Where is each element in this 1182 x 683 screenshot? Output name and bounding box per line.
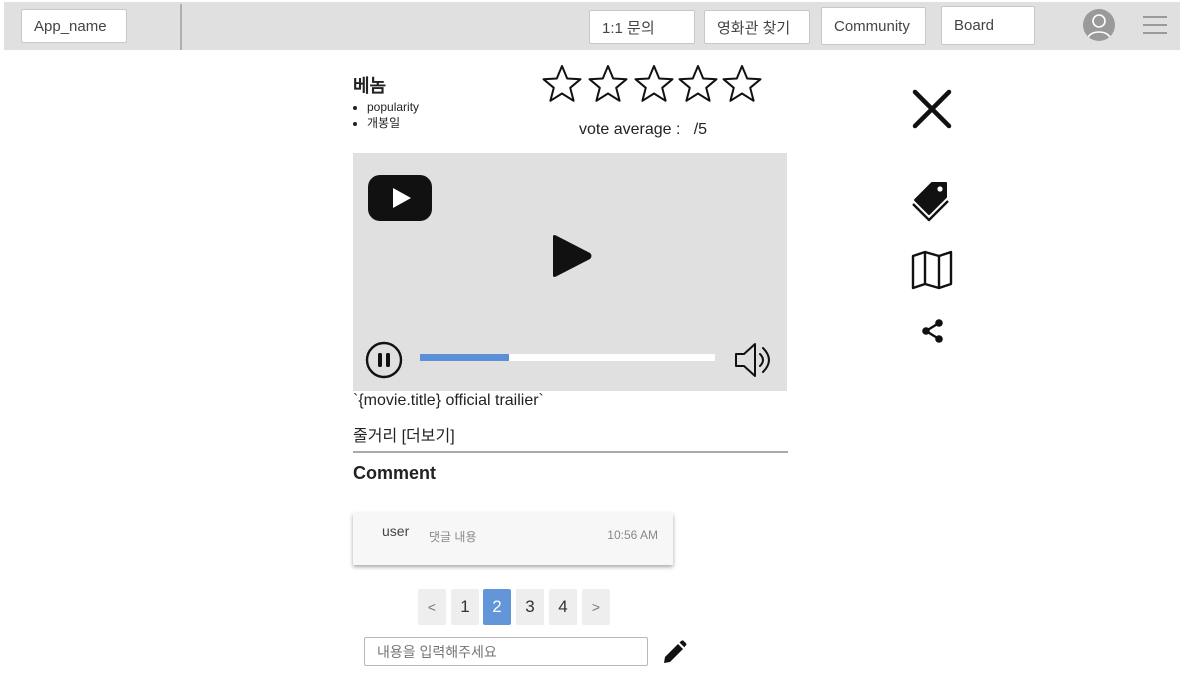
- comment-text: 댓글 내용: [429, 530, 477, 544]
- nav-inquiry-label: 1:1 문의: [602, 19, 655, 37]
- comment-heading: Comment: [353, 463, 437, 483]
- star-icon: [678, 65, 718, 102]
- app-name-label: App_name: [34, 17, 107, 35]
- user-avatar-icon[interactable]: [1083, 9, 1115, 41]
- vote-average: vote average : /5: [579, 121, 708, 138]
- star-rating[interactable]: [541, 64, 763, 106]
- nav-board-label: Board: [954, 17, 995, 34]
- nav-board-button[interactable]: Board: [941, 6, 1035, 45]
- meta-release-date: 개봉일: [367, 115, 419, 131]
- comment-item: user 댓글 내용 10:56 AM: [353, 513, 673, 565]
- star-icon: [542, 65, 582, 102]
- volume-icon[interactable]: [733, 340, 775, 380]
- close-icon[interactable]: [911, 88, 953, 130]
- map-icon[interactable]: [911, 250, 953, 290]
- comment-user: user: [382, 523, 410, 539]
- nav-find-theater-label: 영화관 찾기: [717, 19, 791, 37]
- pause-icon[interactable]: [365, 341, 403, 379]
- pagination-page-4[interactable]: 4: [549, 589, 577, 625]
- meta-popularity: popularity: [367, 99, 419, 115]
- tag-icon[interactable]: [911, 180, 951, 222]
- video-player[interactable]: [353, 153, 787, 391]
- pagination-next-button[interactable]: >: [582, 589, 610, 625]
- comment-input[interactable]: [364, 637, 648, 666]
- nav-find-theater-button[interactable]: 영화관 찾기: [704, 10, 810, 44]
- plot-more-link[interactable]: 줄거리 [더보기]: [353, 422, 455, 446]
- pagination-page-3[interactable]: 3: [516, 589, 544, 625]
- share-icon[interactable]: [920, 318, 946, 344]
- pencil-icon[interactable]: [661, 640, 687, 666]
- nav-community-label: Community: [834, 17, 910, 35]
- movie-meta-list: popularity 개봉일: [353, 99, 419, 131]
- hamburger-menu-icon[interactable]: [1143, 16, 1167, 34]
- video-progress-fill: [420, 354, 509, 361]
- youtube-logo-icon: [368, 175, 432, 221]
- nav-inquiry-button[interactable]: 1:1 문의: [589, 10, 695, 44]
- nav-community-button[interactable]: Community: [821, 7, 926, 45]
- comment-time: 10:56 AM: [607, 528, 658, 542]
- section-divider: [353, 451, 788, 453]
- app-name-logo[interactable]: App_name: [21, 9, 127, 43]
- star-icon: [634, 65, 674, 102]
- movie-title: 베놈: [353, 76, 387, 96]
- video-progress-bar[interactable]: [420, 354, 715, 361]
- star-icon: [588, 65, 628, 102]
- pagination-page-2[interactable]: 2: [483, 589, 511, 625]
- header-divider: [180, 4, 182, 50]
- star-icon: [722, 65, 762, 102]
- pagination-page-1[interactable]: 1: [451, 589, 479, 625]
- play-icon[interactable]: [549, 233, 595, 279]
- trailer-title: `{movie.title} official trailier`: [353, 392, 544, 409]
- pagination-prev-button[interactable]: <: [418, 589, 446, 625]
